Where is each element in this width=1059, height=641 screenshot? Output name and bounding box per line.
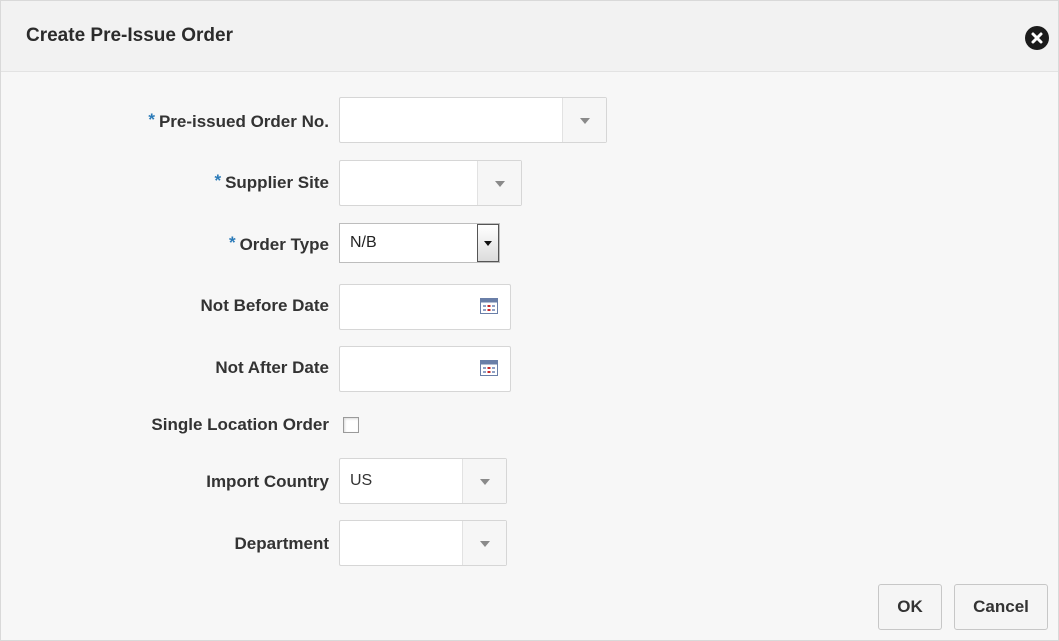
required-marker: * <box>228 233 236 252</box>
department-dropdown-button[interactable] <box>462 521 506 565</box>
chevron-down-icon <box>479 479 490 485</box>
close-icon[interactable] <box>1025 26 1049 50</box>
cancel-button[interactable]: Cancel <box>954 584 1048 630</box>
dialog-title: Create Pre-Issue Order <box>26 25 233 46</box>
calendar-icon[interactable] <box>480 298 498 314</box>
import-country-field[interactable]: US <box>339 458 507 504</box>
import-country-label: Import Country <box>206 472 329 491</box>
chevron-down-icon <box>484 241 492 246</box>
pre-issued-order-no-label: * Pre-issued Order No. <box>148 110 329 131</box>
not-after-date-label: Not After Date <box>215 358 329 377</box>
supplier-site-label: * Supplier Site <box>214 171 329 192</box>
supplier-site-field[interactable] <box>339 160 522 206</box>
chevron-down-icon <box>579 118 590 124</box>
ok-button[interactable]: OK <box>878 584 942 630</box>
create-pre-issue-order-dialog: Create Pre-Issue Order * Pre-issued Order… <box>0 0 1059 641</box>
pre-issued-order-no-dropdown-button[interactable] <box>562 98 606 142</box>
import-country-dropdown-button[interactable] <box>462 459 506 503</box>
chevron-down-icon <box>479 541 490 547</box>
not-after-date-field[interactable] <box>339 346 511 392</box>
chevron-down-icon <box>494 181 505 187</box>
not-before-date-label: Not Before Date <box>200 296 329 315</box>
order-type-dropdown-button[interactable] <box>477 224 499 262</box>
calendar-icon[interactable] <box>480 360 498 376</box>
department-label: Department <box>234 534 329 553</box>
pre-issued-order-no-field[interactable] <box>339 97 607 143</box>
department-field[interactable] <box>339 520 507 566</box>
order-type-label: * Order Type <box>228 233 329 254</box>
required-marker: * <box>148 110 155 129</box>
dialog-titlebar: Create Pre-Issue Order <box>1 1 1058 72</box>
single-location-order-label: Single Location Order <box>151 415 329 434</box>
not-before-date-field[interactable] <box>339 284 511 330</box>
required-marker: * <box>214 171 222 190</box>
order-type-select[interactable]: N/B <box>339 223 500 263</box>
supplier-site-dropdown-button[interactable] <box>477 161 521 205</box>
single-location-order-checkbox[interactable] <box>343 417 359 433</box>
